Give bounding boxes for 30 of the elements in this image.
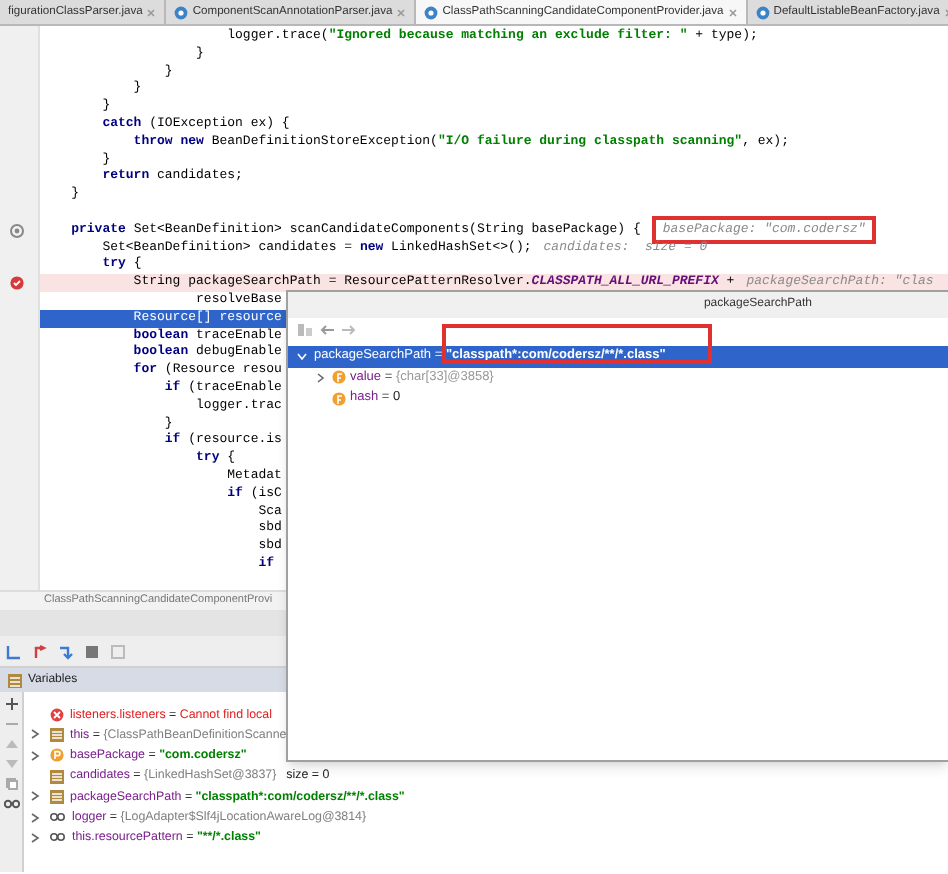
- field-icon: [332, 391, 346, 406]
- copy-icon[interactable]: [5, 778, 17, 790]
- tree-icon[interactable]: [298, 324, 312, 336]
- class-icon: [755, 5, 770, 19]
- grid-icon[interactable]: [110, 643, 126, 659]
- list-icon: [8, 673, 22, 687]
- cursor-step-icon[interactable]: [58, 643, 74, 659]
- forward-arrow-icon[interactable]: [342, 324, 356, 336]
- remove-icon[interactable]: [5, 718, 17, 730]
- list-icon: [50, 727, 64, 742]
- close-icon: [727, 7, 738, 17]
- class-icon: [174, 5, 189, 19]
- glasses-icon[interactable]: [3, 798, 19, 810]
- glasses-icon: [50, 810, 66, 825]
- step-out-icon[interactable]: [32, 643, 48, 659]
- up-icon[interactable]: [5, 738, 17, 750]
- glasses-icon: [50, 830, 66, 845]
- error-icon: [50, 707, 64, 722]
- back-arrow-icon[interactable]: [320, 324, 334, 336]
- parameter-icon: [50, 748, 64, 763]
- add-icon[interactable]: [5, 698, 17, 710]
- table-icon[interactable]: [84, 643, 100, 659]
- field-icon: [332, 370, 346, 385]
- down-icon[interactable]: [5, 758, 17, 770]
- class-icon: [424, 5, 439, 19]
- close-icon: [146, 7, 157, 17]
- list-icon: [50, 769, 64, 784]
- step-icon[interactable]: [6, 643, 22, 659]
- close-icon: [396, 7, 407, 17]
- list-icon: [50, 789, 64, 804]
